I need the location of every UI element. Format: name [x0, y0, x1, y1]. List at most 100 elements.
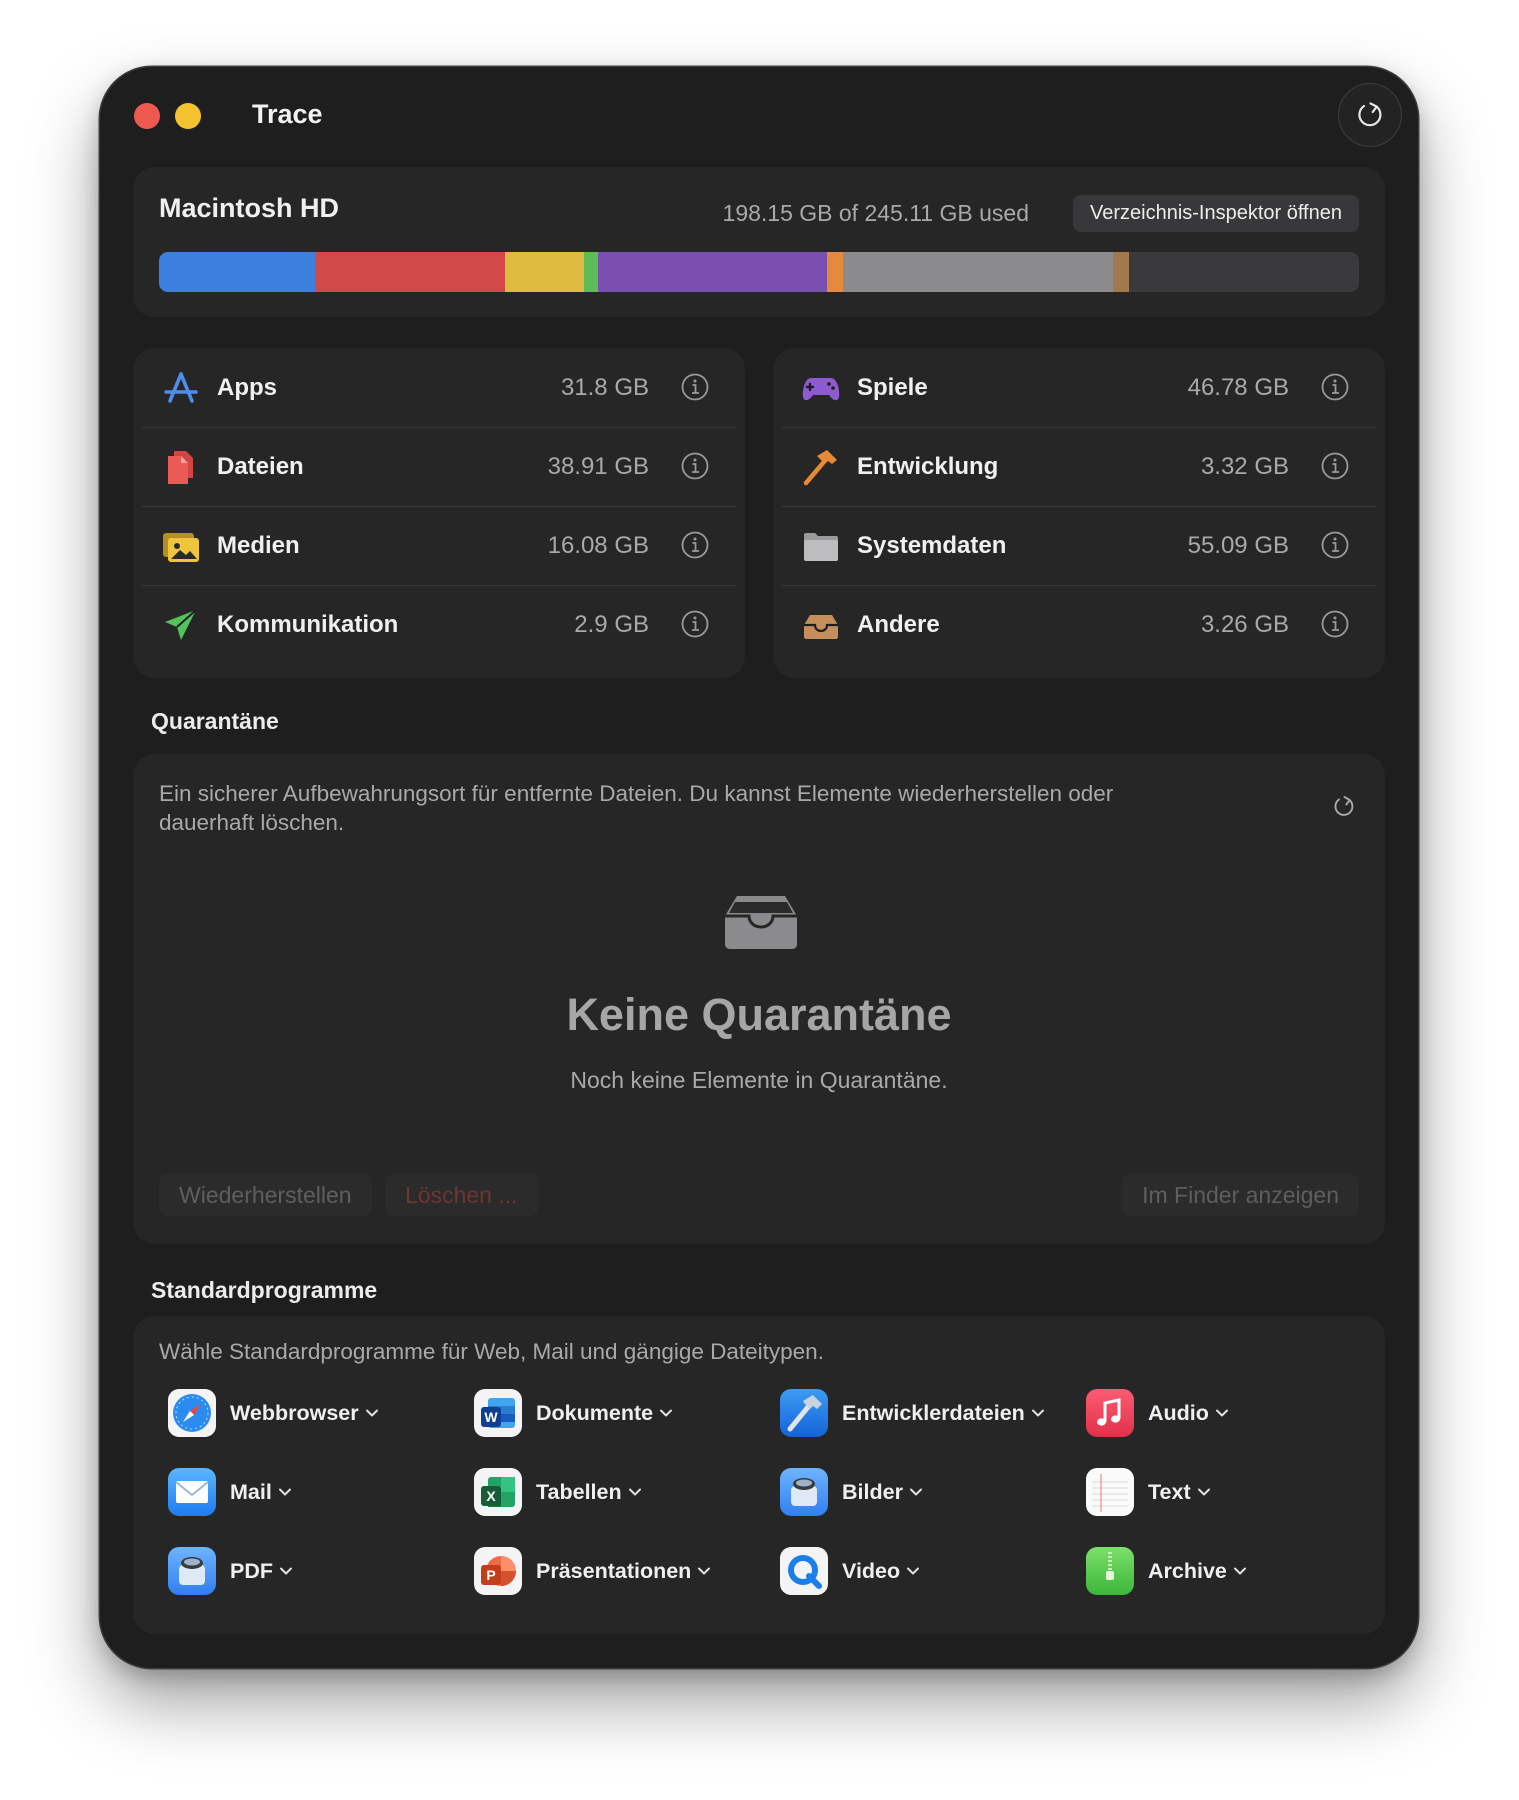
default-app-label: Entwicklerdateien [842, 1400, 1025, 1425]
default-app-label: Audio [1148, 1400, 1209, 1425]
default-app-audio[interactable]: Audio [1086, 1388, 1229, 1438]
hammer-icon [803, 450, 837, 486]
chevron-down-icon [660, 1409, 673, 1417]
category-size: 3.26 GB [1200, 611, 1289, 638]
storage-usage-bar [159, 252, 1359, 292]
info-icon[interactable] [1320, 530, 1350, 560]
category-row-files[interactable]: Dateien 38.91 GB [142, 427, 736, 506]
category-label: Andere [857, 611, 940, 638]
category-row-media[interactable]: Medien 16.08 GB [142, 506, 736, 585]
category-size: 3.32 GB [1200, 453, 1289, 480]
empty-state-title: Keine Quarantäne [566, 989, 952, 1040]
category-label: Apps [217, 374, 277, 401]
chevron-down-icon [628, 1488, 641, 1496]
quarantine-description: Ein sicherer Aufbewahrungsort für entfer… [159, 781, 1114, 835]
info-icon[interactable] [680, 372, 710, 402]
default-app-documents[interactable]: W Dokumente [474, 1388, 673, 1438]
info-icon[interactable] [1320, 372, 1350, 402]
chevron-down-icon [1031, 1409, 1044, 1417]
usage-bar-segment [583, 252, 599, 292]
default-app-video[interactable]: Video [780, 1546, 920, 1596]
default-app-label: Mail [230, 1479, 272, 1504]
usage-bar-segment [1113, 252, 1129, 292]
powerpoint-icon: P [474, 1547, 522, 1595]
default-app-webbrowser[interactable]: Webbrowser [168, 1388, 379, 1438]
window-title: Trace [252, 99, 323, 129]
quarantine-refresh-icon[interactable] [1331, 794, 1357, 820]
category-card-right: Spiele 46.78 GB Entwicklung 3.32 GB Syst… [773, 348, 1385, 678]
category-card-left: Apps 31.8 GB Dateien 38.91 GB Medien 16.… [133, 348, 745, 678]
default-app-developer-files[interactable]: Entwicklerdateien [780, 1388, 1045, 1438]
default-app-pdf[interactable]: PDF [168, 1546, 293, 1596]
photos-icon [163, 533, 199, 562]
category-label: Systemdaten [857, 532, 1007, 559]
default-apps-section-title: Standardprogramme [151, 1277, 378, 1303]
empty-tray-icon [725, 896, 797, 949]
textedit-icon [1086, 1468, 1134, 1516]
default-app-images[interactable]: Bilder [780, 1467, 923, 1517]
default-app-spreadsheets[interactable]: X Tabellen [474, 1467, 642, 1517]
default-apps-card: Wähle Standardprogramme für Web, Mail un… [133, 1316, 1385, 1634]
category-row-other[interactable]: Andere 3.26 GB [782, 585, 1376, 664]
app-window: Trace Macintosh HD 198.15 GB of 245.11 G… [100, 67, 1418, 1668]
refresh-button[interactable] [1338, 83, 1402, 147]
chevron-down-icon [365, 1409, 378, 1417]
category-row-communication[interactable]: Kommunikation 2.9 GB [142, 585, 736, 664]
category-label: Entwicklung [857, 453, 999, 480]
restore-button[interactable]: Wiederherstellen [159, 1174, 372, 1216]
default-app-label: Tabellen [536, 1479, 622, 1504]
default-app-label: Bilder [842, 1479, 903, 1504]
default-app-label: Webbrowser [230, 1400, 359, 1425]
quicktime-icon [780, 1547, 828, 1595]
paper-plane-icon [165, 609, 197, 640]
chevron-down-icon [1233, 1567, 1246, 1575]
default-app-label: Video [842, 1558, 901, 1583]
category-size: 31.8 GB [560, 374, 649, 401]
folder-icon [804, 533, 838, 561]
chevron-down-icon [278, 1488, 291, 1496]
music-icon [1086, 1389, 1134, 1437]
chevron-down-icon [909, 1488, 922, 1496]
info-icon[interactable] [680, 451, 710, 481]
default-app-label: Präsentationen [536, 1558, 692, 1583]
chevron-down-icon [1215, 1409, 1228, 1417]
xcode-icon [780, 1389, 828, 1437]
delete-button[interactable]: Löschen ... [385, 1174, 538, 1216]
disk-usage-text: 198.15 GB of 245.11 GB used [722, 200, 1029, 226]
category-row-system-data[interactable]: Systemdaten 55.09 GB [782, 506, 1376, 585]
category-size: 55.09 GB [1187, 532, 1289, 559]
category-size: 46.78 GB [1187, 374, 1289, 401]
open-directory-inspector-button[interactable]: Verzeichnis-Inspektor öffnen [1072, 195, 1359, 232]
info-icon[interactable] [680, 530, 710, 560]
svg-text:P: P [486, 1567, 495, 1583]
preview-icon [780, 1468, 828, 1516]
default-app-label: Archive [1148, 1558, 1227, 1583]
default-app-label: Dokumente [536, 1400, 654, 1425]
usage-bar-segment [314, 252, 506, 292]
default-apps-description: Wähle Standardprogramme für Web, Mail un… [159, 1339, 824, 1364]
category-label: Dateien [217, 453, 304, 480]
svg-text:X: X [486, 1488, 496, 1504]
info-icon[interactable] [680, 609, 710, 639]
show-in-finder-button[interactable]: Im Finder anzeigen [1122, 1174, 1359, 1216]
default-app-archives[interactable]: Archive [1086, 1546, 1247, 1596]
close-window-button[interactable] [134, 103, 160, 129]
info-icon[interactable] [1320, 451, 1350, 481]
quarantine-card: Ein sicherer Aufbewahrungsort für entfer… [133, 754, 1385, 1244]
category-row-games[interactable]: Spiele 46.78 GB [782, 348, 1376, 427]
category-size: 2.9 GB [574, 611, 649, 638]
default-app-mail[interactable]: Mail [168, 1467, 292, 1517]
info-icon[interactable] [1320, 609, 1350, 639]
chevron-down-icon [1197, 1488, 1210, 1496]
safari-icon [168, 1389, 216, 1437]
usage-bar-segment [843, 252, 1114, 292]
category-label: Spiele [857, 374, 928, 401]
default-app-label: Text [1148, 1479, 1191, 1504]
default-app-presentations[interactable]: P Präsentationen [474, 1546, 711, 1596]
category-row-development[interactable]: Entwicklung 3.32 GB [782, 427, 1376, 506]
default-app-text[interactable]: Text [1086, 1467, 1211, 1517]
category-row-apps[interactable]: Apps 31.8 GB [142, 348, 736, 427]
usage-bar-segment [827, 252, 844, 292]
minimize-window-button[interactable] [175, 103, 201, 129]
refresh-icon [1358, 102, 1382, 127]
